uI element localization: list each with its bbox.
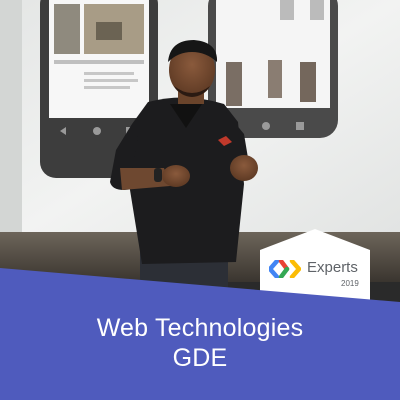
profile-card: Experts 2019 Web Technologies GDE [0, 0, 400, 400]
banner-title-line1: Web Technologies [96, 314, 304, 342]
title-banner: Web Technologies GDE [0, 268, 400, 400]
banner-title-line2: GDE [172, 344, 228, 372]
